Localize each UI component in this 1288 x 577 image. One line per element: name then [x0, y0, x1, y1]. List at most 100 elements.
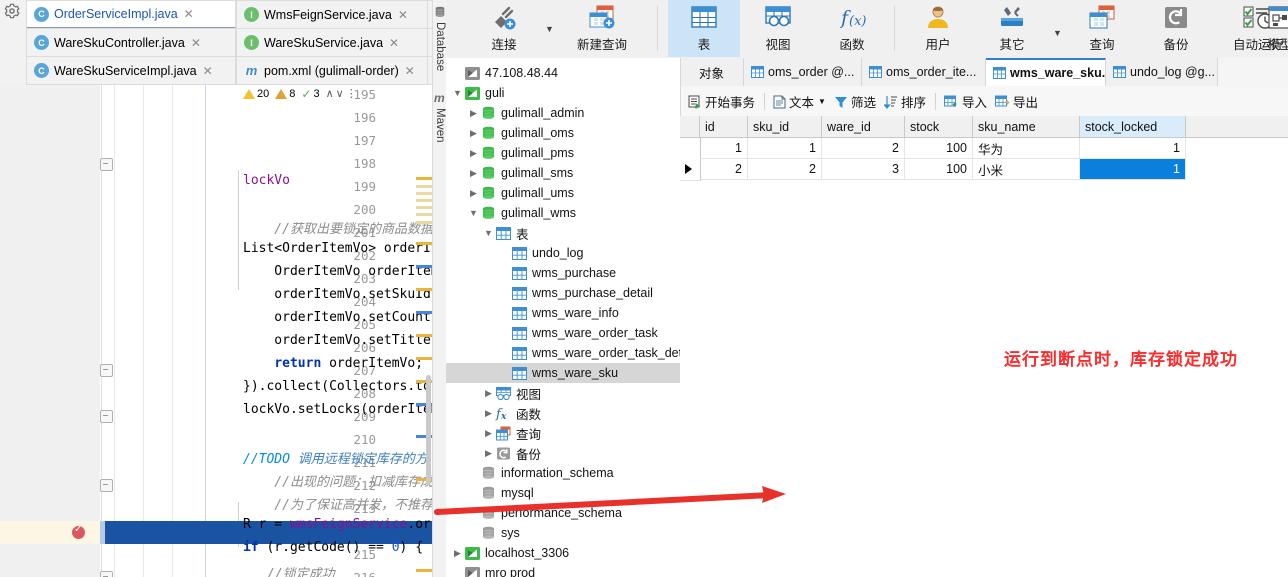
- chevron-down-icon[interactable]: ▼: [545, 24, 554, 34]
- grid-cell[interactable]: 100: [905, 159, 973, 180]
- database-navigator-tree[interactable]: 47.108.48.44 ▼ guli ▶ gulimall_admin ▶ g…: [446, 58, 681, 577]
- result-data-grid[interactable]: id sku_id ware_id stock sku_name stock_l…: [680, 116, 1288, 577]
- chevron-right-icon[interactable]: ▶: [467, 108, 480, 119]
- next-problem-icon[interactable]: ∨: [336, 87, 344, 100]
- grid-cell[interactable]: 1: [700, 138, 748, 159]
- close-icon[interactable]: ✕: [184, 7, 194, 21]
- toolbar-button-table[interactable]: 表: [668, 0, 740, 57]
- row-marker-current[interactable]: [680, 159, 701, 181]
- tree-item-queries-folder[interactable]: ▶ 查询: [446, 423, 680, 443]
- tree-item-undo-log[interactable]: undo_log: [446, 243, 680, 263]
- tree-item-sys[interactable]: sys: [446, 523, 680, 543]
- chevron-right-icon[interactable]: ▶: [467, 188, 480, 199]
- action-begin-transaction[interactable]: 开始事务: [688, 92, 755, 111]
- grid-cell[interactable]: 2: [822, 138, 905, 159]
- tree-item-wms-ware-order-task[interactable]: wms_ware_order_task: [446, 323, 680, 343]
- toolbar-button-query[interactable]: 查询: [1066, 0, 1138, 57]
- tree-item-gulimall-sms[interactable]: ▶ gulimall_sms: [446, 163, 680, 183]
- tree-item-gulimall-oms[interactable]: ▶ gulimall_oms: [446, 123, 680, 143]
- warning-count[interactable]: 20: [243, 88, 269, 100]
- toolbar-button-user[interactable]: 用户: [902, 0, 974, 57]
- grid-header-sku-id[interactable]: sku_id: [748, 116, 822, 138]
- object-tab-objects[interactable]: 对象: [680, 58, 744, 86]
- tree-item-wms-ware-order-task-detail[interactable]: wms_ware_order_task_det: [446, 343, 680, 363]
- tree-item-gulimall-admin[interactable]: ▶ gulimall_admin: [446, 103, 680, 123]
- chevron-right-icon[interactable]: ▶: [482, 408, 495, 419]
- tree-item-wms-ware-sku[interactable]: wms_ware_sku: [446, 363, 680, 383]
- chevron-right-icon[interactable]: ▶: [467, 148, 480, 159]
- editor-tab-ware-sku-controller[interactable]: C WareSkuController.java ✕: [26, 28, 236, 57]
- prev-problem-icon[interactable]: ∧: [326, 87, 334, 100]
- tree-item-performance-schema[interactable]: performance_schema: [446, 503, 680, 523]
- tree-item-gulimall-wms[interactable]: ▼ gulimall_wms: [446, 203, 680, 223]
- code-editor[interactable]: 195 196 197 198 199 200 201 202 203 204 …: [0, 85, 432, 577]
- tree-item-wms-ware-info[interactable]: wms_ware_info: [446, 303, 680, 323]
- chevron-down-icon[interactable]: ▼: [1053, 28, 1062, 38]
- tree-item-information-schema[interactable]: information_schema: [446, 463, 680, 483]
- fold-marker[interactable]: [100, 158, 113, 171]
- tree-item-functions-folder[interactable]: ▶ fx 函数: [446, 403, 680, 423]
- chevron-right-icon[interactable]: ▶: [467, 168, 480, 179]
- object-tab-oms-order-item[interactable]: oms_order_ite...: [862, 58, 986, 86]
- check-count[interactable]: ✓ 3: [301, 87, 319, 101]
- grid-cell[interactable]: 小米: [973, 159, 1080, 180]
- inspection-menu-icon[interactable]: ⋮: [346, 87, 357, 100]
- fold-marker[interactable]: [100, 410, 113, 423]
- tree-item-wms-purchase-detail[interactable]: wms_purchase_detail: [446, 283, 680, 303]
- close-icon[interactable]: ✕: [398, 8, 408, 22]
- tree-item-mysql[interactable]: mysql: [446, 483, 680, 503]
- chevron-right-icon[interactable]: ▶: [467, 128, 480, 139]
- grid-header-stock[interactable]: stock: [905, 116, 973, 138]
- fold-marker[interactable]: [100, 479, 113, 492]
- chevron-right-icon[interactable]: ▶: [482, 448, 495, 459]
- action-sort[interactable]: 排序: [883, 92, 926, 111]
- editor-tab-ware-sku-service-impl[interactable]: C WareSkuServiceImpl.java ✕: [26, 56, 236, 85]
- grid-cell[interactable]: 2: [700, 159, 748, 180]
- fold-marker[interactable]: [100, 571, 113, 577]
- close-icon[interactable]: ✕: [203, 64, 213, 78]
- object-tab-oms-order[interactable]: oms_order @...: [744, 58, 862, 86]
- chevron-down-icon[interactable]: ▼: [818, 97, 826, 106]
- editor-tab-ware-sku-service[interactable]: I WareSkuService.java ✕: [236, 28, 428, 57]
- chevron-down-icon[interactable]: ▼: [482, 228, 495, 238]
- grid-cell[interactable]: 1: [1080, 138, 1186, 159]
- grid-header-sku-name[interactable]: sku_name: [973, 116, 1080, 138]
- toolbar-button-view[interactable]: 视图: [742, 0, 814, 57]
- chevron-right-icon[interactable]: ▶: [482, 388, 495, 399]
- tree-item-localhost-3306[interactable]: ▶ localhost_3306: [446, 543, 680, 563]
- tree-item-gulimall-ums[interactable]: ▶ gulimall_ums: [446, 183, 680, 203]
- action-filter[interactable]: 筛选: [834, 92, 876, 111]
- close-icon[interactable]: ✕: [389, 36, 399, 50]
- inspection-widget[interactable]: 20 8 ✓ 3 ∧ ∨ ⋮: [243, 84, 357, 103]
- editor-tab-order-service-impl[interactable]: C OrderServiceImpl.java ✕: [26, 0, 236, 29]
- editor-tab-pom-xml[interactable]: m pom.xml (gulimall-order) ✕: [236, 56, 428, 85]
- grid-header-ware-id[interactable]: ware_id: [822, 116, 905, 138]
- grid-cell[interactable]: 2: [748, 159, 822, 180]
- grid-cell-selected[interactable]: 1: [1080, 159, 1186, 180]
- tree-item-mro-prod[interactable]: mro prod: [446, 563, 680, 577]
- tree-item-backups-folder[interactable]: ▶ 备份: [446, 443, 680, 463]
- action-export[interactable]: 导出: [995, 92, 1038, 111]
- toolbar-button-new-query[interactable]: 新建查询: [560, 0, 644, 57]
- toolbar-button-connection[interactable]: 连接: [468, 0, 540, 57]
- editor-gutter[interactable]: [0, 85, 100, 577]
- grid-cell[interactable]: 3: [822, 159, 905, 180]
- close-icon[interactable]: ✕: [191, 36, 201, 50]
- toolbar-button-other[interactable]: 其它: [976, 0, 1048, 57]
- chevron-down-icon[interactable]: ▼: [467, 208, 480, 218]
- tree-item-tables-folder[interactable]: ▼ 表: [446, 223, 680, 243]
- editor-tab-wms-feign-service[interactable]: I WmsFeignService.java ✕: [236, 0, 428, 29]
- object-tab-wms-ware-sku[interactable]: wms_ware_sku...: [986, 58, 1112, 86]
- toolbar-button-function[interactable]: f (x) 函数: [816, 0, 888, 57]
- breakpoint-verified-icon[interactable]: [72, 524, 85, 539]
- action-text[interactable]: 文本 ▼: [773, 92, 826, 111]
- close-icon[interactable]: ✕: [405, 64, 415, 78]
- grid-cell[interactable]: 1: [748, 138, 822, 159]
- weak-warning-count[interactable]: 8: [275, 88, 295, 100]
- grid-cell[interactable]: 华为: [973, 138, 1080, 159]
- tool-window-database-label[interactable]: Database: [434, 22, 446, 71]
- gear-icon[interactable]: [4, 3, 20, 19]
- tool-window-maven-label[interactable]: Maven: [434, 108, 446, 143]
- grid-header-id[interactable]: id: [700, 116, 748, 138]
- fold-marker[interactable]: [100, 364, 113, 377]
